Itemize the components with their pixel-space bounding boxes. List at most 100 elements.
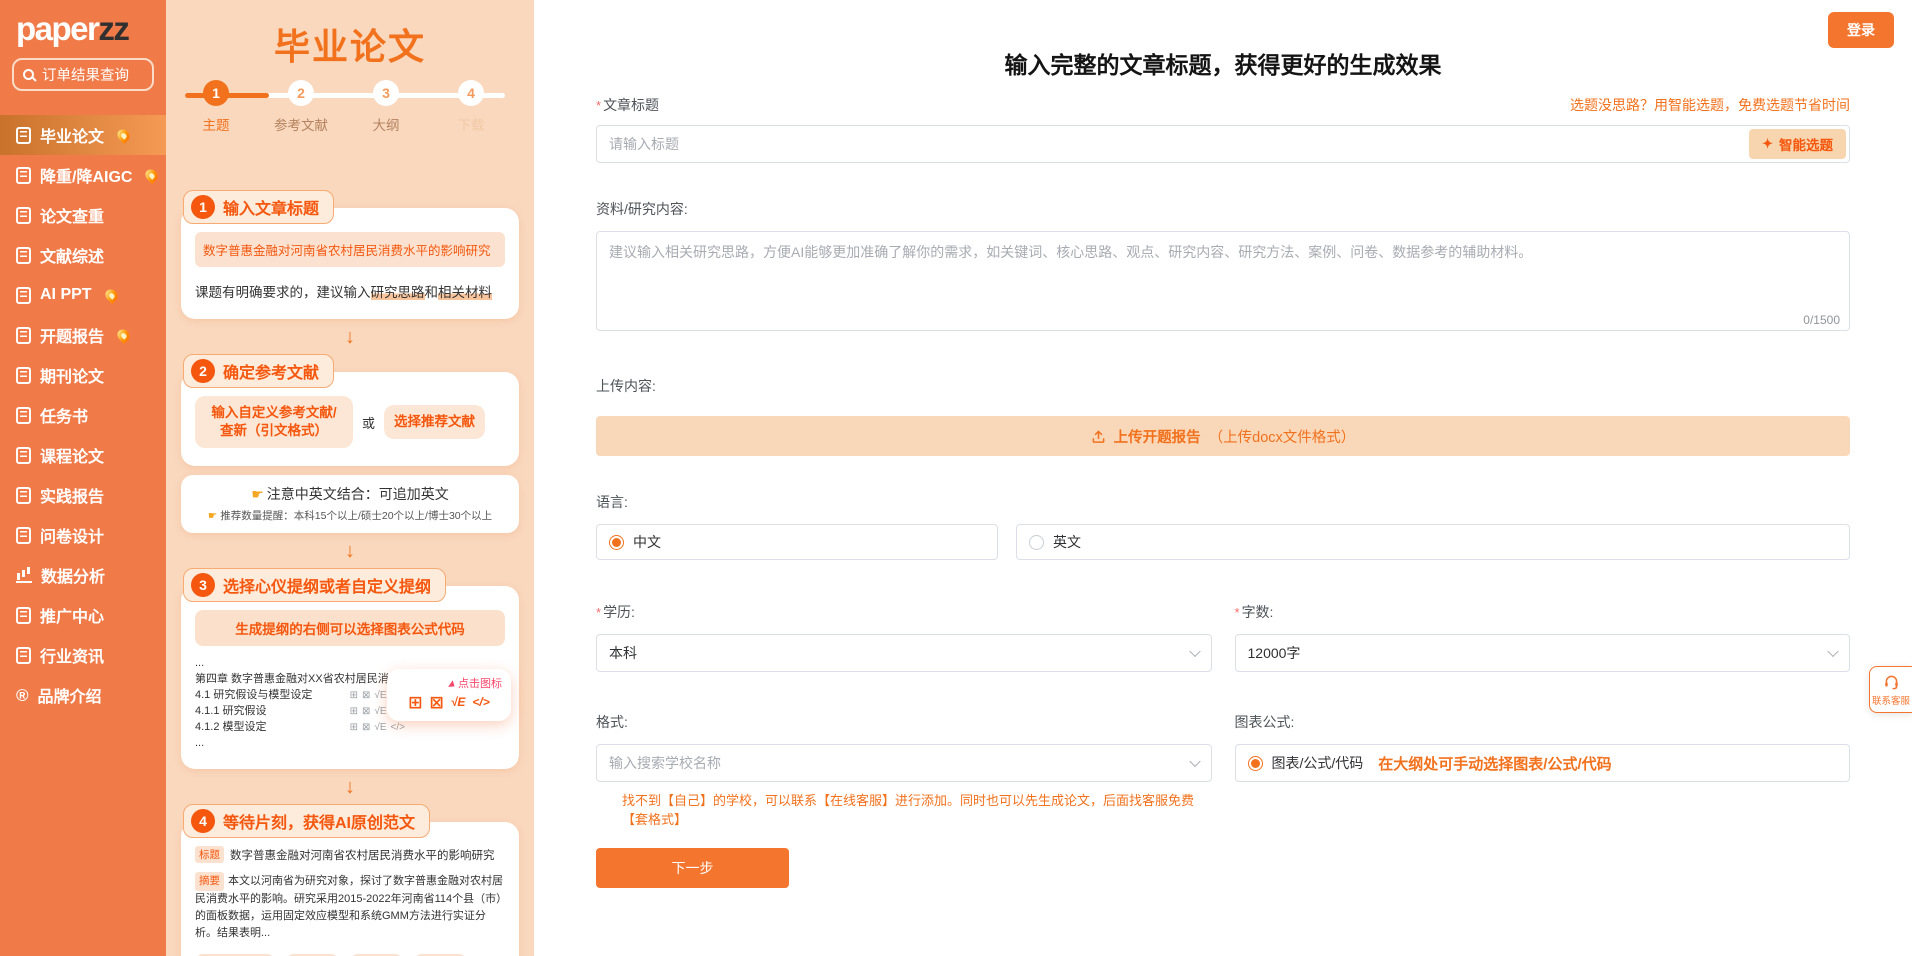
step1-card: 数字普惠金融对河南省农村居民消费水平的影响研究 课题有明确要求的，建议输入研究思… bbox=[181, 208, 519, 319]
format-column: 格式: 输入搜索学校名称 找不到【自己】的学校，可以联系【在线客服】进行添加。同… bbox=[596, 712, 1212, 828]
fire-icon bbox=[115, 126, 133, 144]
course-paper-icon bbox=[16, 446, 31, 464]
customer-service-label: 联系客服 bbox=[1872, 696, 1911, 707]
sidebar-item-label: AI PPT bbox=[40, 286, 92, 303]
login-button[interactable]: 登录 bbox=[1828, 12, 1894, 48]
word-count-select[interactable]: 12000字 bbox=[1234, 634, 1850, 673]
chart-column: 图表公式: 图表/公式/代码 在大纲处可手动选择图表/公式/代码 bbox=[1234, 712, 1850, 828]
word-count-value: 12000字 bbox=[1247, 645, 1301, 662]
icon-tooltip: 点击图标 ⊞ ⊠ √E </> bbox=[387, 669, 511, 722]
tip-highlight: 相关材料 bbox=[438, 285, 492, 300]
chart-formula-option[interactable]: 图表/公式/代码 在大纲处可手动选择图表/公式/代码 bbox=[1234, 744, 1850, 783]
upload-button-label: 上传开题报告 bbox=[1113, 429, 1201, 446]
sidebar-item-label: 期刊论文 bbox=[40, 369, 105, 386]
research-textarea-wrap: 0/1500 bbox=[596, 231, 1850, 336]
note-text: 推荐数量提醒：本科15个以上/硕士20个以上/博士30个以上 bbox=[220, 510, 493, 523]
smart-topic-hint-link[interactable]: 选题没思路？用智能选题，免费选题节省时间 bbox=[1570, 95, 1850, 115]
headset-icon bbox=[1884, 675, 1898, 690]
logo-zz: zz bbox=[98, 10, 130, 47]
radio-unselected-icon bbox=[1029, 534, 1044, 550]
logo-paper: paper bbox=[16, 10, 100, 47]
sidebar-item-industry-news[interactable]: 行业资讯 bbox=[0, 635, 166, 675]
sidebar-item-label: 推广中心 bbox=[40, 609, 105, 626]
sidebar-item-task-book[interactable]: 任务书 bbox=[0, 395, 166, 435]
smart-topic-button[interactable]: ✦ 智能选题 bbox=[1749, 129, 1846, 160]
sidebar-item-thesis[interactable]: 毕业论文 bbox=[0, 115, 166, 155]
step1-badge: 1 bbox=[191, 195, 215, 219]
pointing-hand-icon: ☛ bbox=[207, 510, 218, 523]
sidebar-item-label: 问卷设计 bbox=[40, 529, 105, 546]
sidebar-item-ai-ppt[interactable]: AI PPT bbox=[0, 275, 166, 315]
abstract-text: 本文以河南省为研究对象，探讨了数字普惠金融对农村居民消费水平的影响。研究采用20… bbox=[195, 875, 503, 939]
smart-topic-label: 智能选题 bbox=[1779, 138, 1833, 154]
logo: paperzz bbox=[0, 0, 166, 48]
label-text: 字数: bbox=[1241, 604, 1274, 621]
reference-note-2: ☛ 推荐数量提醒：本科15个以上/硕士20个以上/博士30个以上 bbox=[187, 508, 513, 523]
example-title: 数字普惠金融对河南省农村居民消费水平的影响研究 bbox=[195, 232, 505, 267]
image-icon: ⊠ bbox=[361, 721, 371, 733]
reference-options: 输入自定义参考文献/查新（引文格式） 或 选择推荐文献 bbox=[195, 396, 505, 449]
task-book-icon bbox=[16, 406, 31, 424]
step2-title: 确定参考文献 bbox=[223, 365, 320, 382]
step3-title: 选择心仪提纲或者自定义提纲 bbox=[223, 579, 432, 597]
language-option-english[interactable]: 英文 bbox=[1016, 524, 1850, 561]
customer-service-button[interactable]: 联系客服 bbox=[1869, 666, 1912, 713]
click-icon-hint: 点击图标 bbox=[448, 676, 502, 693]
title-field-row: * 文章标题 选题没思路？用智能选题，免费选题节省时间 bbox=[596, 95, 1850, 115]
down-arrow-icon: ↓ bbox=[345, 540, 355, 563]
order-search-label: 订单结果查询 bbox=[42, 68, 129, 84]
label-text: 文章标题 bbox=[603, 97, 660, 114]
research-textarea[interactable] bbox=[596, 231, 1850, 332]
upload-proposal-button[interactable]: 上传开题报告 （上传docx文件格式） bbox=[596, 416, 1850, 457]
fire-icon bbox=[115, 326, 133, 344]
step-label-topic: 主题 bbox=[202, 118, 230, 133]
language-options: 中文 英文 bbox=[596, 524, 1850, 561]
outline-row-icons: ⊞⊠√E</> bbox=[350, 720, 405, 735]
school-format-select[interactable]: 输入搜索学校名称 bbox=[596, 744, 1212, 783]
title-input[interactable] bbox=[596, 125, 1850, 164]
next-step-button[interactable]: 下一步 bbox=[596, 848, 789, 889]
sidebar-item-data-analysis[interactable]: 数据分析 bbox=[0, 555, 166, 595]
title-field-label: * 文章标题 bbox=[596, 95, 659, 115]
char-counter: 0/1500 bbox=[1803, 313, 1840, 328]
language-option-chinese[interactable]: 中文 bbox=[596, 524, 998, 561]
chevron-down-icon bbox=[1827, 646, 1839, 658]
outline-text: ... bbox=[195, 657, 205, 670]
language-field-label: 语言: bbox=[596, 494, 628, 511]
tooltip-icons: ⊞ ⊠ √E </> bbox=[393, 693, 505, 711]
outline-text: 4.1.1 研究假设 bbox=[195, 705, 267, 718]
sidebar-item-label: 任务书 bbox=[40, 409, 89, 426]
research-field-label: 资料/研究内容: bbox=[596, 201, 688, 218]
outline-text: 第四章 数字普惠金融对XX省农村居民消费水 bbox=[195, 673, 411, 686]
step-label-outline: 大纲 bbox=[372, 118, 400, 133]
main-content: 登录 输入完整的文章标题，获得更好的生成效果 * 文章标题 选题没思路？用智能选题… bbox=[534, 0, 1912, 956]
sidebar-item-literature-review[interactable]: 文献综述 bbox=[0, 235, 166, 275]
sidebar-item-brand-intro[interactable]: ® 品牌介绍 bbox=[0, 675, 166, 715]
proposal-report-icon bbox=[16, 326, 31, 344]
thesis-icon bbox=[16, 126, 31, 144]
sidebar-item-course-paper[interactable]: 课程论文 bbox=[0, 435, 166, 475]
formula-icon: √E bbox=[450, 695, 466, 710]
cursor-icon bbox=[448, 679, 457, 690]
sidebar-item-journal-paper[interactable]: 期刊论文 bbox=[0, 355, 166, 395]
outline-text: ... bbox=[195, 737, 205, 750]
sidebar-item-label: 降重/降AIGC bbox=[40, 169, 133, 186]
step-label-references: 参考文献 bbox=[274, 118, 328, 133]
upload-icon bbox=[1092, 430, 1105, 443]
sidebar: paperzz 订单结果查询 毕业论文 降重/降AIGC 论文查重 文献综述 A… bbox=[0, 0, 166, 956]
radio-selected-icon bbox=[609, 534, 624, 550]
degree-select[interactable]: 本科 bbox=[596, 634, 1212, 673]
sidebar-item-plagiarism-check[interactable]: 论文查重 bbox=[0, 195, 166, 235]
sidebar-item-questionnaire[interactable]: 问卷设计 bbox=[0, 515, 166, 555]
sidebar-item-practice-report[interactable]: 实践报告 bbox=[0, 475, 166, 515]
recommend-reference-button: 选择推荐文献 bbox=[384, 405, 486, 440]
guide-step-2: 2 确定参考文献 输入自定义参考文献/查新（引文格式） 或 选择推荐文献 ☛ 注意… bbox=[181, 354, 519, 534]
required-asterisk: * bbox=[596, 98, 602, 114]
sidebar-item-promotion-center[interactable]: 推广中心 bbox=[0, 595, 166, 635]
image-icon: ⊠ bbox=[429, 692, 444, 712]
order-search-button[interactable]: 订单结果查询 bbox=[12, 58, 154, 91]
industry-news-icon bbox=[16, 646, 31, 664]
degree-field-label: * 学历: bbox=[596, 604, 635, 620]
sidebar-item-proposal-report[interactable]: 开题报告 bbox=[0, 315, 166, 355]
sidebar-item-reduce-aigc[interactable]: 降重/降AIGC bbox=[0, 155, 166, 195]
